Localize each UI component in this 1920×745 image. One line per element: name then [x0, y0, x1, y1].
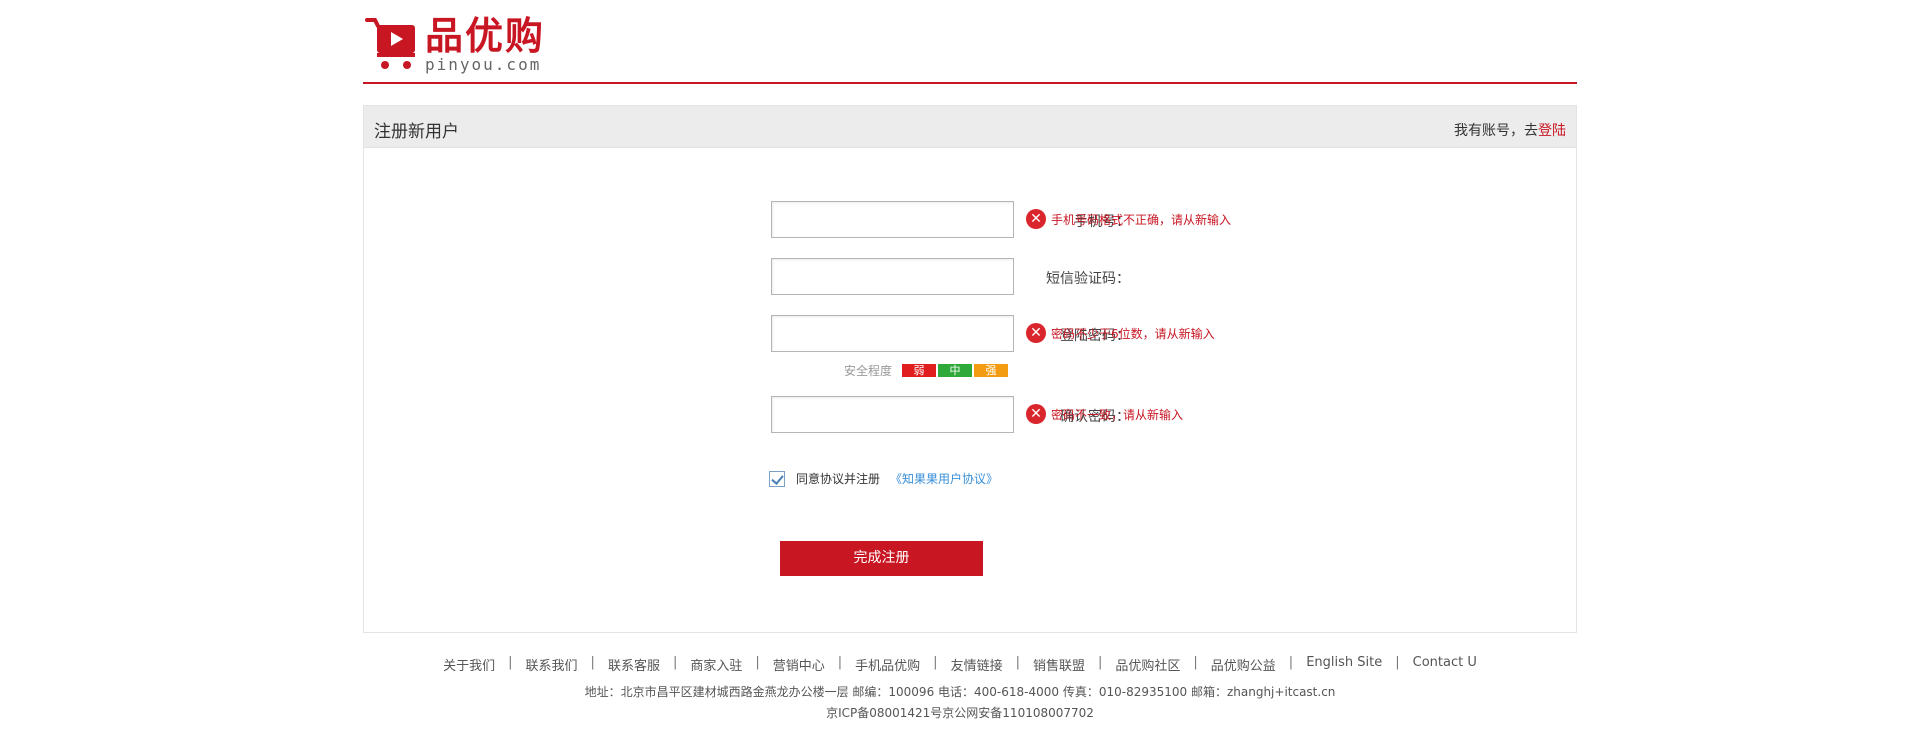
login-link[interactable]: 登陆	[1538, 123, 1566, 139]
agreement-link[interactable]: 《知果果用户协议》	[890, 470, 998, 487]
footer-link[interactable]: 营销中心	[760, 655, 838, 674]
footer-link[interactable]: 手机品优购	[842, 655, 933, 674]
agree-text: 同意协议并注册	[796, 472, 881, 486]
panel-header: 注册新用户 我有账号，去登陆	[364, 106, 1576, 148]
footer-link[interactable]: 友情链接	[938, 655, 1016, 674]
footer-link[interactable]: 关于我们	[430, 655, 508, 674]
register-panel: 注册新用户 我有账号，去登陆 手机号： ✕ 手机号码格式不正确，请从新输入 短信…	[363, 105, 1577, 633]
agree-checkbox[interactable]	[769, 470, 785, 487]
page-title: 注册新用户	[374, 122, 459, 142]
phone-input[interactable]	[771, 201, 1014, 238]
strength-label: 安全程度	[844, 364, 893, 378]
phone-error: ✕ 手机号码格式不正确，请从新输入	[1026, 209, 1231, 229]
cart-logo-icon	[365, 16, 417, 74]
error-icon: ✕	[1026, 404, 1046, 424]
sms-label: 短信验证码：	[1046, 271, 1130, 287]
password-input[interactable]	[771, 315, 1014, 352]
confirm-error-text: 密码不一致，请从新输入	[1051, 407, 1184, 422]
agreement-row: 同意协议并注册 《知果果用户协议》	[769, 470, 998, 487]
footer-link[interactable]: Contact U	[1400, 655, 1490, 674]
password-strength: 安全程度 弱 中 强	[844, 362, 1010, 379]
footer-link[interactable]: 联系客服	[595, 655, 673, 674]
confirm-error: ✕ 密码不一致，请从新输入	[1026, 404, 1183, 424]
footer-link[interactable]: 联系我们	[513, 655, 591, 674]
phone-error-text: 手机号码格式不正确，请从新输入	[1051, 212, 1232, 227]
strength-mid: 中	[938, 364, 973, 377]
footer-links: 关于我们 | 联系我们 | 联系客服 | 商家入驻 | 营销中心 | 手机品优购 | 友情链接 | 销售联盟…	[0, 655, 1920, 674]
confirm-password-input[interactable]	[771, 396, 1014, 433]
footer-address: 地址：北京市昌平区建材城西路金燕龙办公楼一层 邮编：100096 电话：400-…	[584, 685, 1336, 699]
password-error: ✕ 密码不少于6位数，请从新输入	[1026, 323, 1215, 343]
sms-code-input[interactable]	[771, 258, 1014, 295]
footer-icp: 京ICP备08001421号京公网安备110108007702	[826, 706, 1094, 720]
brand-name: 品优购	[425, 14, 546, 58]
password-error-text: 密码不少于6位数，请从新输入	[1051, 326, 1215, 341]
footer-link[interactable]: 销售联盟	[1020, 655, 1098, 674]
footer-link[interactable]: 品优购公益	[1198, 655, 1289, 674]
footer-link[interactable]: 商家入驻	[677, 655, 755, 674]
login-prompt: 我有账号，去登陆	[1454, 120, 1566, 140]
error-icon: ✕	[1026, 323, 1046, 343]
login-prefix: 我有账号，去	[1454, 123, 1538, 139]
submit-button[interactable]: 完成注册	[780, 541, 983, 576]
error-icon: ✕	[1026, 209, 1046, 229]
site-header: 品优购 pinyou.com	[363, 0, 1577, 84]
strength-weak: 弱	[902, 364, 937, 377]
strength-strong: 强	[974, 364, 1009, 377]
footer-link[interactable]: 品优购社区	[1102, 655, 1193, 674]
site-logo[interactable]: 品优购 pinyou.com	[365, 16, 545, 76]
footer-link[interactable]: English Site	[1293, 655, 1395, 674]
brand-domain: pinyou.com	[425, 55, 542, 74]
